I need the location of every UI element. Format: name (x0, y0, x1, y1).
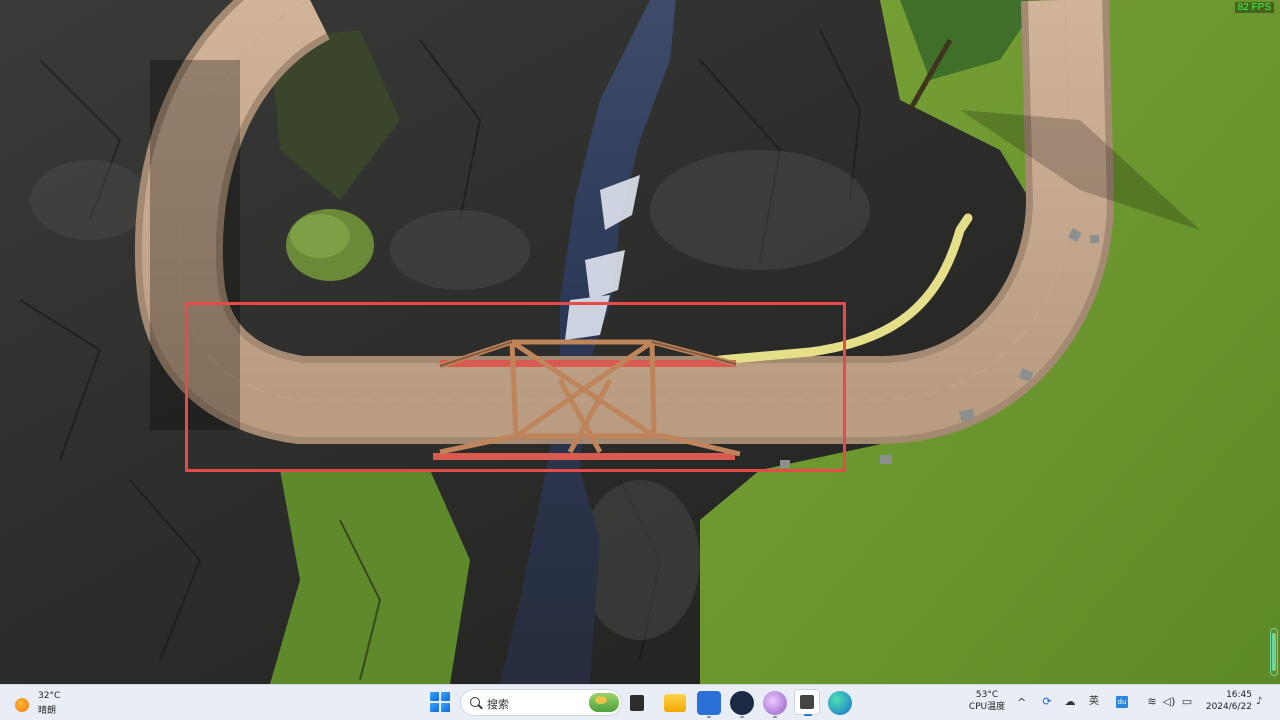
task-view-icon[interactable] (630, 695, 644, 711)
volume-icon[interactable]: ◁) (1162, 695, 1176, 709)
active-game-icon[interactable] (794, 689, 820, 716)
search-icon (470, 697, 480, 707)
running-indicator (773, 716, 777, 718)
scrollbar-thumb[interactable] (1272, 633, 1276, 671)
clock-date: 2024/6/22 (1205, 702, 1252, 712)
weather-description: 晴朗 (38, 706, 57, 716)
steam-icon[interactable] (730, 691, 754, 715)
game-launcher-icon[interactable] (763, 691, 787, 715)
notification-bell-icon[interactable]: ♪ (1256, 696, 1262, 707)
search-box[interactable]: 搜索 (460, 689, 622, 716)
input-language-indicator[interactable]: 英 (1087, 695, 1101, 709)
bird-app-icon[interactable] (697, 691, 721, 715)
search-highlight-icon (589, 693, 619, 712)
battery-icon[interactable]: ▭ (1180, 695, 1194, 709)
active-indicator (804, 714, 812, 716)
game-viewport[interactable]: 82 FPS (0, 0, 1280, 684)
weather-temperature: 32°C (38, 691, 61, 701)
scrollbar[interactable] (1270, 628, 1278, 676)
selection-box (185, 302, 846, 472)
taskbar: 32°C 晴朗 搜索 53°C CPU温度 ^ ⟳ ☁ 英 du ≋ ◁) ▭ … (0, 684, 1280, 720)
wifi-icon[interactable]: ≋ (1145, 695, 1159, 709)
cpu-temperature-label: CPU温度 (968, 702, 1006, 712)
running-indicator (740, 716, 744, 718)
tray-app-icon[interactable]: ⟳ (1040, 695, 1054, 709)
fps-counter: 82 FPS (1234, 2, 1274, 13)
weather-widget[interactable]: 32°C 晴朗 (12, 689, 82, 717)
file-explorer-icon[interactable] (664, 694, 686, 712)
baidu-tray-icon[interactable]: du (1116, 696, 1128, 708)
cpu-temperature: 53°C (975, 690, 999, 700)
start-button[interactable] (430, 692, 450, 712)
grass-patch-left (270, 470, 470, 684)
running-indicator (707, 716, 711, 718)
cpu-temperature-widget[interactable]: 53°C CPU温度 (962, 689, 1012, 713)
search-placeholder: 搜索 (487, 698, 509, 711)
edge-browser-icon[interactable] (828, 691, 852, 715)
windows-logo-icon (430, 692, 439, 701)
cloud-icon[interactable]: ☁ (1063, 695, 1077, 709)
tray-expand-icon[interactable]: ^ (1017, 696, 1026, 709)
clock-time: 16:45 (1226, 690, 1252, 700)
clock[interactable]: 16:45 2024/6/22 (1200, 689, 1252, 713)
sun-icon (15, 698, 29, 712)
